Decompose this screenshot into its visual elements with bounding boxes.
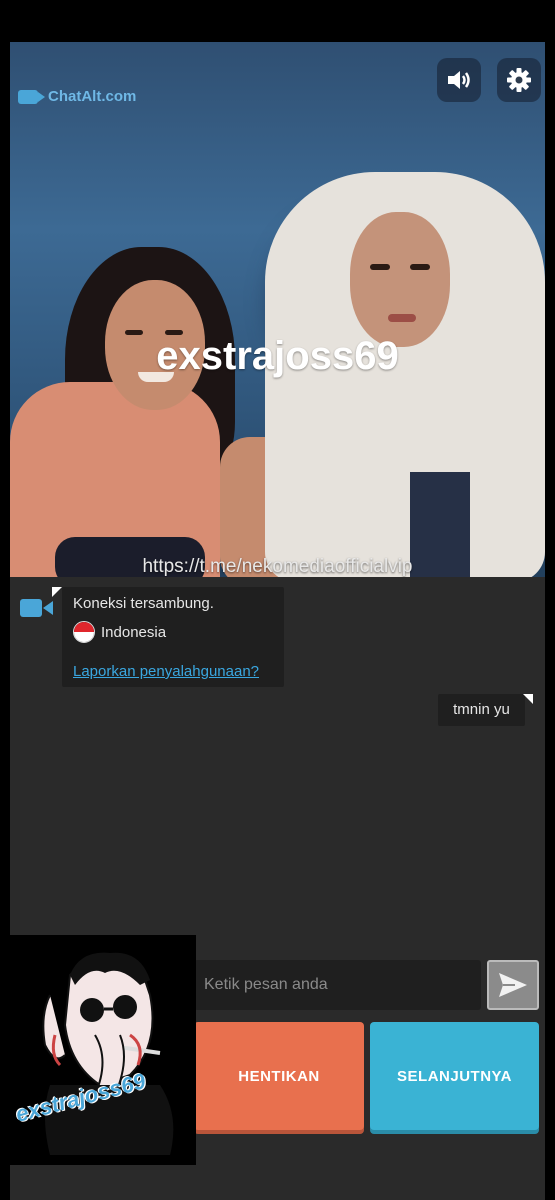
country-row: Indonesia bbox=[73, 621, 166, 643]
video-camera-icon bbox=[20, 599, 53, 617]
chat-app: ChatAlt.com exstrajoss69 https://t.me/ne… bbox=[10, 42, 545, 1200]
avatar-illustration bbox=[42, 952, 174, 1155]
remote-video: ChatAlt.com exstrajoss69 https://t.me/ne… bbox=[10, 42, 545, 577]
outgoing-message: tmnin yu bbox=[438, 694, 533, 726]
gear-icon bbox=[507, 68, 531, 92]
chatalt-logo: ChatAlt.com bbox=[18, 88, 136, 105]
connection-status: Koneksi tersambung. bbox=[73, 595, 214, 612]
volume-icon bbox=[448, 71, 470, 89]
send-icon bbox=[499, 973, 527, 997]
volume-button[interactable] bbox=[437, 58, 481, 102]
username-watermark: exstrajoss69 bbox=[156, 334, 399, 378]
send-button[interactable] bbox=[487, 960, 539, 1010]
video-camera-icon bbox=[18, 89, 45, 104]
indonesia-flag-icon bbox=[73, 621, 95, 643]
settings-button[interactable] bbox=[497, 58, 541, 102]
logo-text: ChatAlt.com bbox=[48, 88, 137, 105]
message-input[interactable]: Ketik pesan anda bbox=[194, 960, 481, 1010]
self-video: exstrajoss69 bbox=[10, 935, 196, 1165]
url-watermark: https://t.me/nekomediaofficialvip bbox=[142, 556, 413, 577]
system-message: Koneksi tersambung. Indonesia Laporkan p… bbox=[52, 587, 284, 687]
stop-button[interactable]: HENTIKAN bbox=[194, 1022, 364, 1130]
country-name: Indonesia bbox=[101, 623, 167, 641]
report-abuse-link[interactable]: Laporkan penyalahgunaan? bbox=[73, 663, 259, 680]
next-button[interactable]: SELANJUTNYA bbox=[370, 1022, 539, 1130]
